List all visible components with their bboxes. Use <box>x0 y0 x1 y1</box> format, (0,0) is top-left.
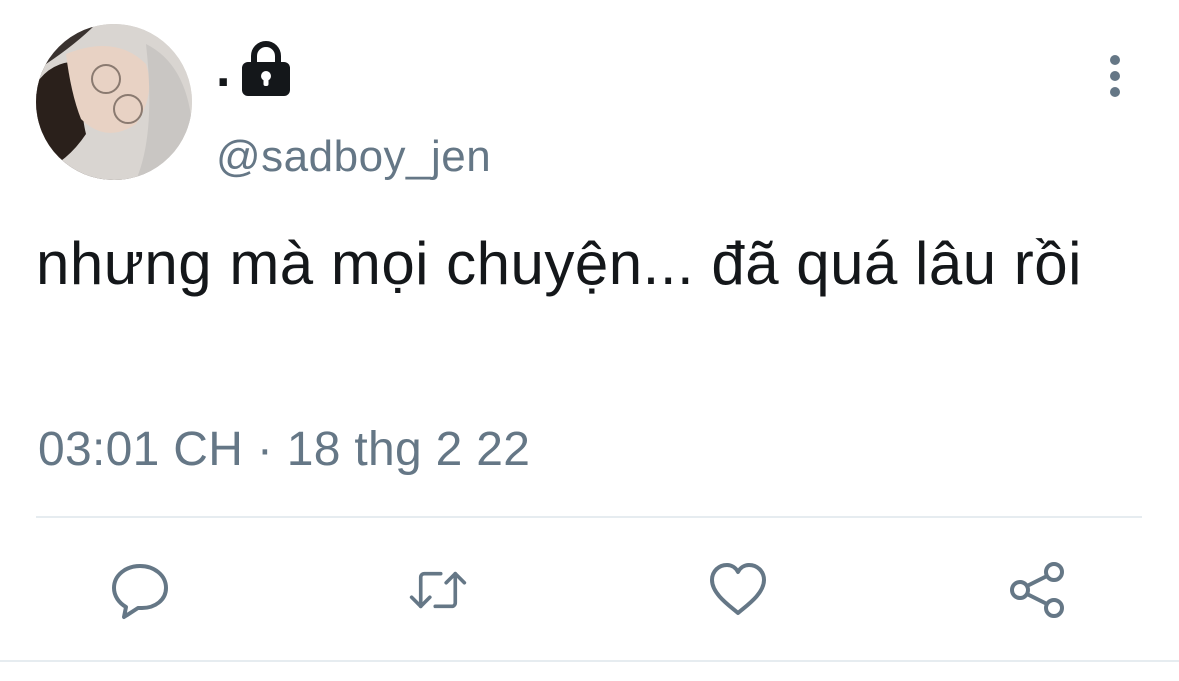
reply-button[interactable] <box>110 560 170 620</box>
like-button[interactable] <box>708 560 768 620</box>
avatar[interactable] <box>36 24 192 180</box>
username-handle[interactable]: @sadboy_jen <box>216 132 491 182</box>
reply-icon <box>112 564 168 619</box>
lock-icon <box>240 40 292 98</box>
tweet-card: . @sadboy_jen nhưng mà mọi chuyện... đã … <box>0 0 1179 681</box>
display-name[interactable]: . <box>216 34 292 104</box>
heart-icon <box>710 563 766 615</box>
display-name-text[interactable]: . <box>216 39 230 99</box>
tweet-text: nhưng mà mọi chuyện... đã quá lâu rồi <box>36 230 1082 297</box>
timestamp[interactable]: 03:01 CH · 18 thg 2 22 <box>38 422 530 477</box>
avatar-photo <box>36 24 192 180</box>
share-button[interactable] <box>1008 560 1068 620</box>
more-vertical-icon[interactable] <box>1098 54 1132 98</box>
share-icon <box>1010 562 1064 618</box>
retweet-button[interactable] <box>408 560 468 620</box>
divider <box>36 516 1142 518</box>
retweet-icon <box>409 571 467 609</box>
bottom-divider <box>0 660 1179 662</box>
